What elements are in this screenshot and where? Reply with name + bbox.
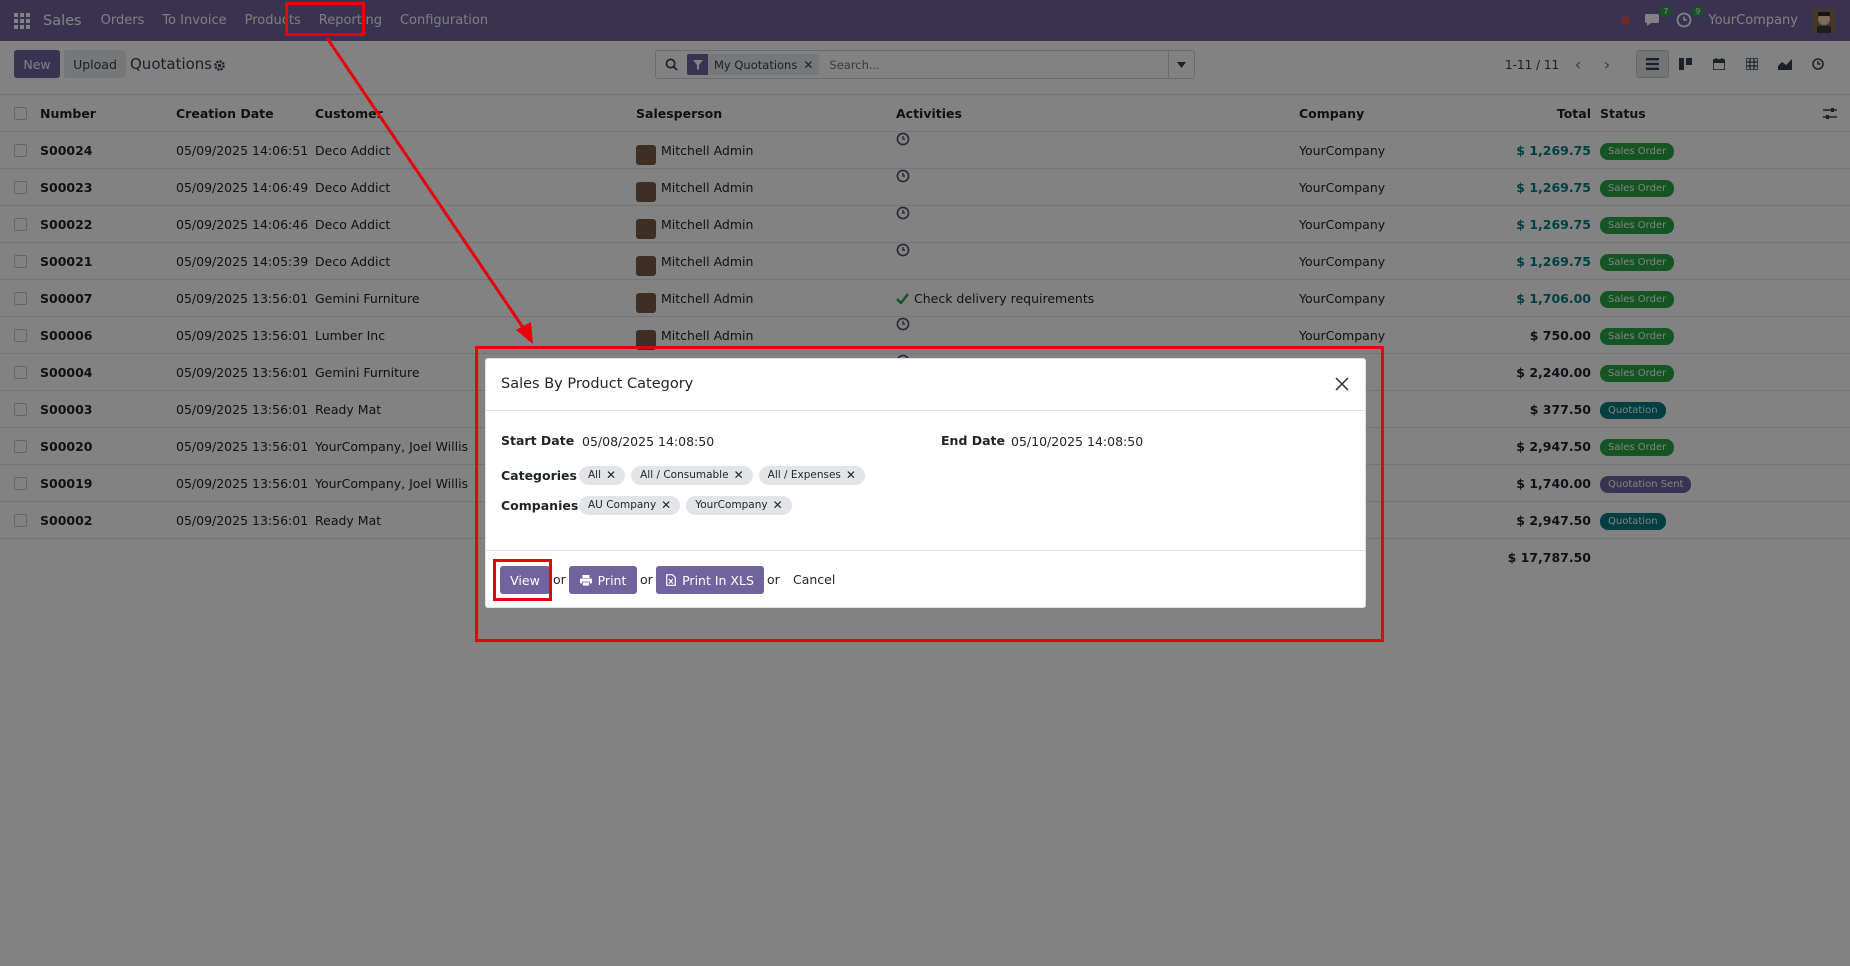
dialog-highlight bbox=[475, 346, 1384, 642]
view-button-highlight bbox=[493, 559, 552, 601]
reporting-menu-highlight bbox=[285, 2, 365, 36]
